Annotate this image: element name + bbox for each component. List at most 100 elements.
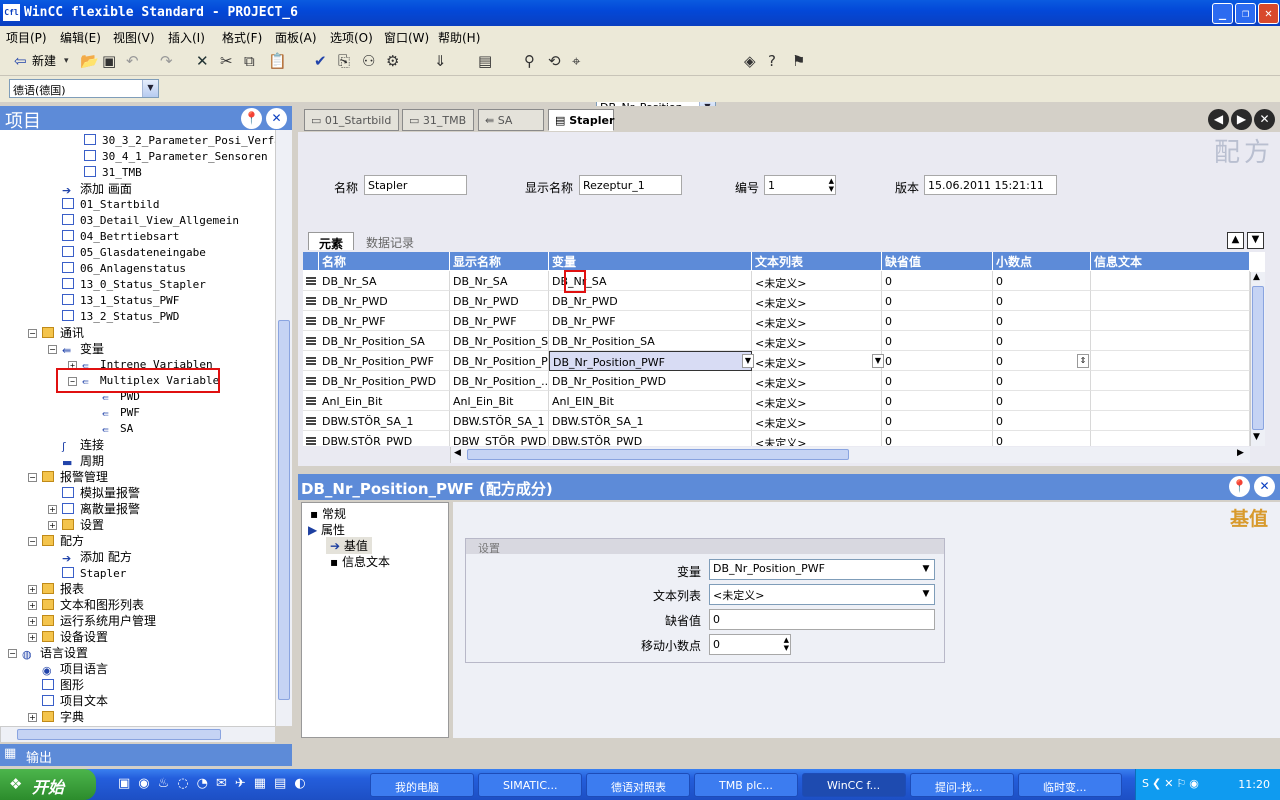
expand-icon[interactable]: + xyxy=(28,585,37,594)
table-cell[interactable]: 0 xyxy=(993,371,1091,391)
row-handle-icon[interactable] xyxy=(303,271,319,291)
language-combo[interactable]: 德语(德国) ▼ xyxy=(9,79,159,98)
table-cell[interactable]: DB_Nr_PWD xyxy=(450,291,549,311)
row-handle-icon[interactable] xyxy=(303,311,319,331)
expand-icon[interactable]: + xyxy=(28,713,37,722)
task-simatic[interactable]: SIMATIC... xyxy=(478,773,582,797)
tree-item[interactable]: − 通讯 xyxy=(28,325,84,341)
table-cell[interactable]: 0 xyxy=(882,291,993,311)
tab-prev-icon[interactable]: ◀ xyxy=(1208,109,1229,130)
tree-item[interactable]: 31_TMB xyxy=(84,165,142,181)
table-cell[interactable]: 0 xyxy=(882,431,993,446)
chevron-down-icon[interactable]: ▼ xyxy=(142,80,158,97)
tree-item[interactable]: + 字典 xyxy=(28,709,84,725)
expand-icon[interactable]: + xyxy=(48,505,57,514)
row-handle-icon[interactable] xyxy=(303,411,319,431)
table-cell[interactable]: <未定义> xyxy=(752,291,882,311)
version-field[interactable]: 15.06.2011 15:21:11 xyxy=(924,175,1057,195)
grid-hscroll-thumb[interactable] xyxy=(467,449,849,460)
decimal-spinner-icon[interactable]: ▲ ▼ xyxy=(784,636,789,652)
tray-icons[interactable]: S❮✕⚐◉ xyxy=(1142,777,1202,790)
close-panel-icon[interactable]: ✕ xyxy=(266,108,287,129)
row-handle-icon[interactable] xyxy=(303,371,319,391)
row-handle-icon[interactable] xyxy=(303,331,319,351)
collapse-icon[interactable]: − xyxy=(28,537,37,546)
tree-item[interactable]: + 离散量报警 xyxy=(48,501,140,517)
table-cell[interactable]: 0 xyxy=(882,351,993,371)
display-name-field[interactable]: Rezeptur_1 xyxy=(579,175,682,195)
new-icon[interactable]: ⇦ xyxy=(14,53,27,69)
table-cell[interactable]: 0 xyxy=(993,271,1091,291)
tree-item[interactable]: 13_1_Status_PWF xyxy=(62,293,179,309)
table-cell[interactable]: DBW.STÖR_SA_1 xyxy=(319,411,450,431)
tag-select[interactable]: DB_Nr_Position_PWF ▼ xyxy=(709,559,935,580)
close-editor-icon[interactable]: ✕ xyxy=(1254,109,1275,130)
menu-window[interactable]: 窗口(W) xyxy=(384,29,429,46)
compile-icon[interactable]: ⎘ xyxy=(338,53,350,69)
chevron-down-icon[interactable]: ▼ xyxy=(918,560,934,579)
table-cell[interactable]: DB_Nr_PWD xyxy=(549,291,752,311)
pin-icon[interactable]: 📍 xyxy=(1229,476,1250,497)
move-down-icon[interactable]: ▼ xyxy=(1247,232,1264,249)
start-button[interactable]: ❖ 开始 xyxy=(0,769,96,800)
tree-item[interactable]: 06_Anlagenstatus xyxy=(62,261,186,277)
table-cell[interactable]: 0 xyxy=(882,391,993,411)
menu-help[interactable]: 帮助(H) xyxy=(438,29,480,46)
collapse-icon[interactable]: − xyxy=(8,649,17,658)
table-cell[interactable]: <未定义> xyxy=(752,431,882,446)
grid-vertical-scrollbar[interactable]: ▲ ▼ xyxy=(1250,272,1265,446)
nav-properties[interactable]: ▶ 属性 xyxy=(308,521,345,538)
collapse-icon[interactable]: − xyxy=(48,345,57,354)
tree-item[interactable]: ⇚ PWF xyxy=(102,405,140,421)
chevron-down-icon[interactable]: ▼ xyxy=(918,585,934,604)
paste-icon[interactable]: 📋 xyxy=(268,53,287,69)
cross-reference-icon[interactable]: ⌖ xyxy=(572,53,580,69)
tab-elements[interactable]: 元素 xyxy=(308,232,355,251)
task-temp-variable[interactable]: 临时变... xyxy=(1018,773,1122,797)
decimal-shift-field[interactable]: 0 ▲ ▼ xyxy=(709,634,791,655)
tree-item[interactable]: Stapler xyxy=(62,566,126,582)
task-my-computer[interactable]: 我的电脑 xyxy=(370,773,474,797)
cut-icon[interactable]: ✂ xyxy=(220,53,233,69)
table-cell[interactable]: DB_Nr_PWD xyxy=(319,291,450,311)
tab-31-tmb[interactable]: ▭ 31_TMB xyxy=(402,109,474,131)
tree-item[interactable]: + 报表 xyxy=(28,581,84,597)
undo-icon[interactable]: ↶ xyxy=(126,53,139,69)
table-cell[interactable]: <未定义> xyxy=(752,371,882,391)
task-german-table[interactable]: 德语对照表 xyxy=(586,773,690,797)
table-cell[interactable] xyxy=(1091,351,1250,371)
table-cell[interactable]: 0 xyxy=(882,371,993,391)
table-cell[interactable]: <未定义> xyxy=(752,391,882,411)
tree-item[interactable]: 模拟量报警 xyxy=(62,485,140,501)
tree-item[interactable]: 04_Betrtiebsart xyxy=(62,229,179,245)
collapse-icon[interactable]: − xyxy=(28,329,37,338)
objects-icon[interactable]: ▤ xyxy=(478,53,492,69)
table-cell[interactable] xyxy=(1091,271,1250,291)
library-icon[interactable]: ◈ xyxy=(744,53,756,69)
open-icon[interactable]: 📂 xyxy=(80,53,99,69)
table-cell[interactable] xyxy=(1091,291,1250,311)
close-properties-icon[interactable]: ✕ xyxy=(1254,476,1275,497)
expand-icon[interactable]: + xyxy=(48,521,57,530)
task-tmb-plc[interactable]: TMB plc... xyxy=(694,773,798,797)
table-cell[interactable] xyxy=(1091,431,1250,446)
tree-item[interactable]: ▬ 周期 xyxy=(62,453,104,469)
tree-item[interactable]: 13_2_Status_PWD xyxy=(62,309,179,325)
row-handle-icon[interactable] xyxy=(303,391,319,411)
row-handle-icon[interactable] xyxy=(303,291,319,311)
new-button[interactable]: 新建 xyxy=(32,53,56,69)
table-cell[interactable]: DB_Nr_Position_SA xyxy=(450,331,549,351)
menu-edit[interactable]: 编辑(E) xyxy=(60,29,101,46)
tree-item[interactable]: − 配方 xyxy=(28,533,84,549)
table-cell[interactable]: <未定义> xyxy=(752,411,882,431)
tree-item[interactable]: − ◍ 语言设置 xyxy=(8,645,88,661)
tree-scroll-thumb[interactable] xyxy=(278,320,290,700)
scroll-right-icon[interactable]: ▶ xyxy=(1237,448,1244,458)
tree-item[interactable]: − 报警管理 xyxy=(28,469,108,485)
menu-project[interactable]: 项目(P) xyxy=(6,29,47,46)
table-cell[interactable]: <未定义> xyxy=(752,351,882,371)
tab-next-icon[interactable]: ▶ xyxy=(1231,109,1252,130)
tree-item[interactable]: + 运行系统用户管理 xyxy=(28,613,156,629)
move-up-icon[interactable]: ▲ xyxy=(1227,232,1244,249)
new-dropdown-icon[interactable]: ▾ xyxy=(64,53,69,69)
